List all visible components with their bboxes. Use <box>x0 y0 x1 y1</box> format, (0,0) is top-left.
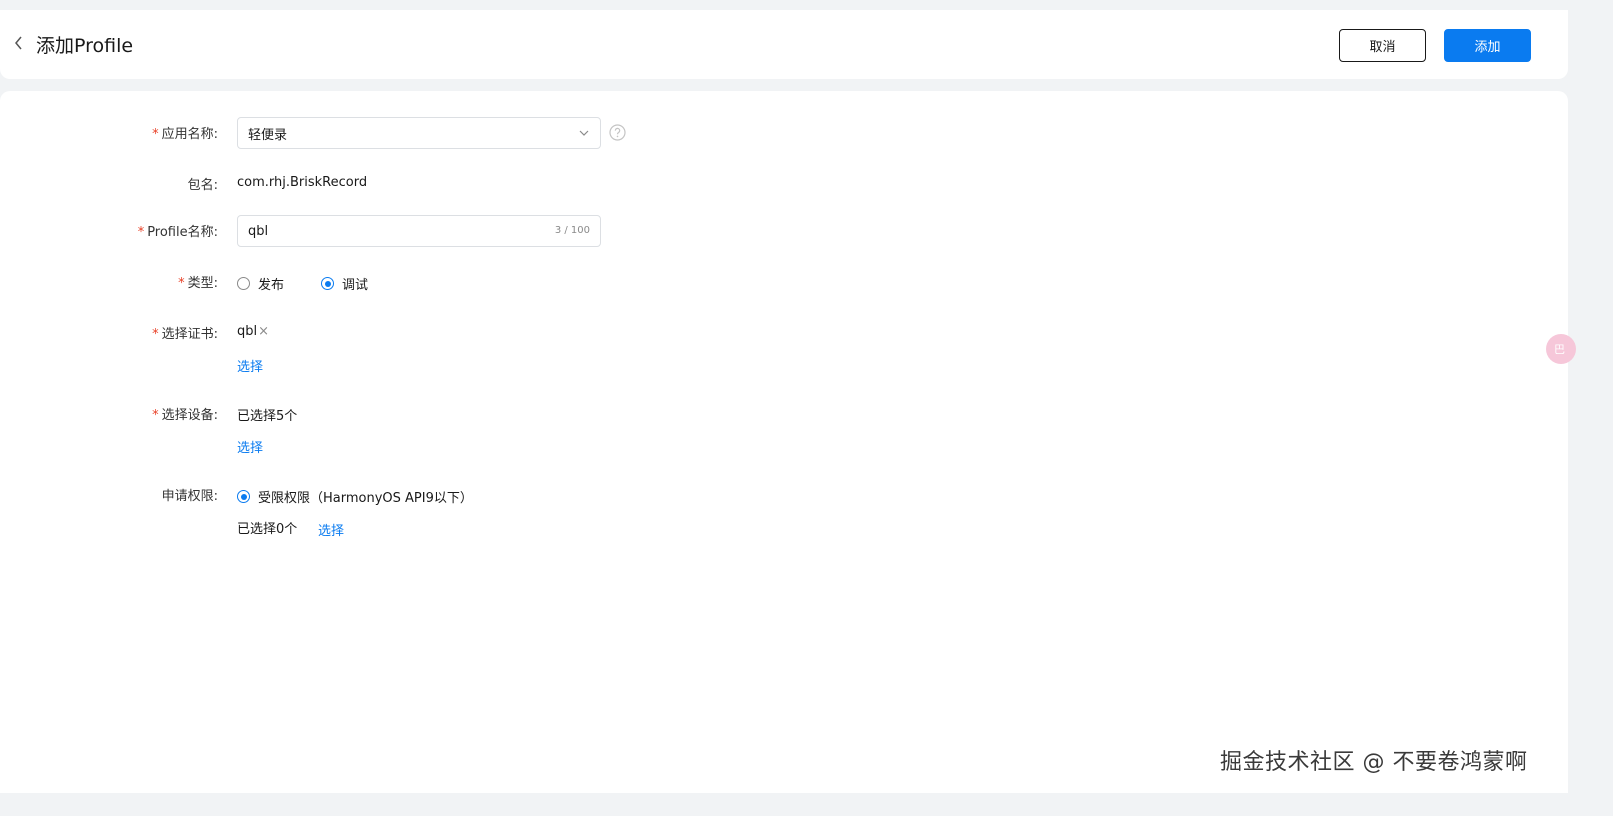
floating-assistant-button[interactable]: 巴 <box>1546 334 1576 364</box>
cancel-button[interactable]: 取消 <box>1339 29 1426 62</box>
radio-restricted-permissions[interactable]: 受限权限（HarmonyOS API9以下） <box>237 487 473 506</box>
close-icon[interactable]: × <box>258 324 269 339</box>
radio-debug[interactable]: 调试 <box>321 274 368 293</box>
profile-name-value: qbl <box>248 223 269 239</box>
app-name-label: * 应用名称: <box>152 127 218 142</box>
devices-label: * 选择设备: <box>152 408 218 423</box>
required-mark: * <box>152 127 159 142</box>
permissions-count: 已选择0个 <box>237 522 298 537</box>
package-label: 包名: <box>187 178 218 193</box>
type-label: * 类型: <box>178 276 218 291</box>
package-value: com.rhj.BriskRecord <box>237 175 368 190</box>
radio-release-label: 发布 <box>258 278 285 293</box>
watermark-text: 掘金技术社区 @ 不要卷鸿蒙啊 <box>1220 750 1528 775</box>
profile-name-input[interactable]: qbl 3 / 100 <box>237 215 601 247</box>
app-name-value: 轻便录 <box>248 127 288 143</box>
header-bar: 添加Profile 取消 添加 <box>0 10 1568 79</box>
certificate-label: * 选择证书: <box>152 327 218 342</box>
certificate-value: qbl <box>237 324 258 339</box>
radio-release[interactable]: 发布 <box>237 274 284 293</box>
add-button[interactable]: 添加 <box>1444 29 1531 62</box>
profile-form: * 应用名称: 轻便录 包名: com.rhj.BriskRecord * Prof… <box>0 91 1568 793</box>
radio-circle <box>237 277 250 290</box>
radio-circle-checked <box>321 277 334 290</box>
radio-debug-label: 调试 <box>342 278 369 293</box>
select-permissions-link[interactable]: 选择 <box>318 520 344 539</box>
help-icon[interactable] <box>609 124 626 141</box>
devices-count: 已选择5个 <box>237 409 298 424</box>
chevron-down-icon <box>578 127 590 143</box>
profile-name-label: * Profile名称: <box>137 225 218 240</box>
chevron-left-icon[interactable] <box>10 35 26 51</box>
radio-circle-checked <box>237 490 250 503</box>
char-counter: 3 / 100 <box>554 225 590 236</box>
app-name-select[interactable]: 轻便录 <box>237 117 601 149</box>
select-devices-link[interactable]: 选择 <box>237 437 263 456</box>
permissions-label: 申请权限: <box>161 489 218 504</box>
restricted-permissions-label: 受限权限（HarmonyOS API9以下） <box>258 491 473 506</box>
select-certificate-link[interactable]: 选择 <box>237 356 263 375</box>
certificate-tag: qbl× <box>237 324 269 339</box>
page-title: 添加Profile <box>36 35 134 57</box>
